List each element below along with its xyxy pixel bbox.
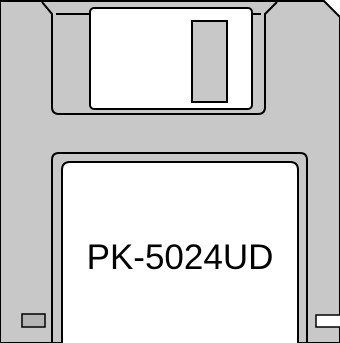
shutter-window xyxy=(191,20,228,103)
edge-notch xyxy=(315,314,340,328)
write-protect-tab xyxy=(21,313,46,328)
floppy-disk-image: PK-5024UD xyxy=(0,0,340,343)
floppy-disk-drawing: PK-5024UD xyxy=(0,0,340,343)
disk-label-text: PK-5024UD xyxy=(87,238,274,277)
